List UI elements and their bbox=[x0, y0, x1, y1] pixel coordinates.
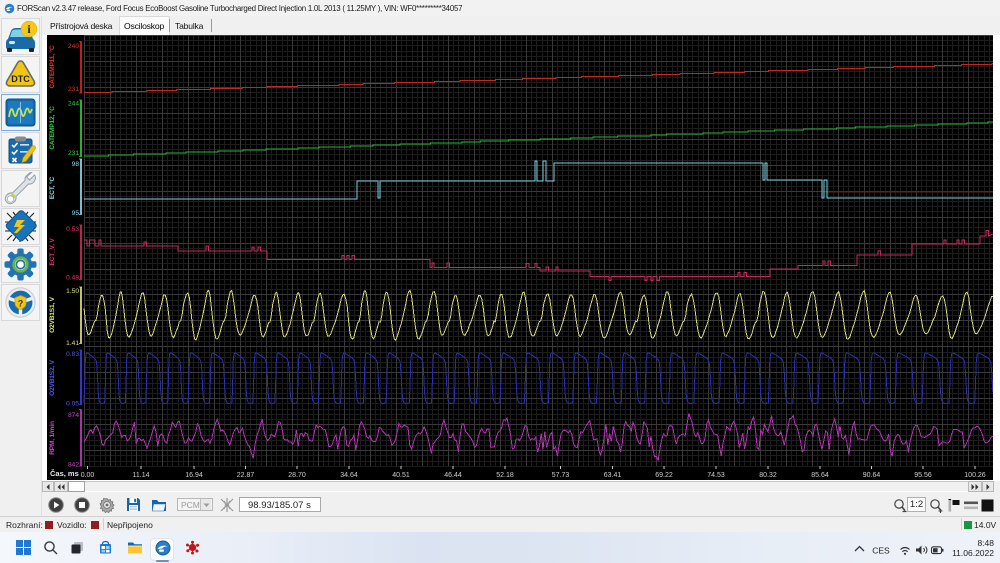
svg-text:0.53: 0.53 bbox=[66, 226, 79, 233]
svg-text:CES: CES bbox=[872, 546, 890, 556]
svg-text:80.32: 80.32 bbox=[759, 472, 777, 479]
svg-text:100.26: 100.26 bbox=[964, 472, 986, 479]
svg-text:231: 231 bbox=[68, 86, 79, 93]
svg-text:231: 231 bbox=[68, 150, 79, 157]
svg-text:244: 244 bbox=[68, 101, 79, 108]
svg-text:0.83: 0.83 bbox=[66, 351, 79, 358]
svg-text:16.94: 16.94 bbox=[185, 472, 203, 479]
svg-text:34.64: 34.64 bbox=[340, 472, 358, 479]
svg-text:22.87: 22.87 bbox=[237, 472, 255, 479]
svg-text:52.18: 52.18 bbox=[496, 472, 514, 479]
svg-text:74.53: 74.53 bbox=[707, 472, 725, 479]
svg-text:40.51: 40.51 bbox=[392, 472, 410, 479]
svg-text:?: ? bbox=[18, 299, 24, 309]
svg-text:11.14: 11.14 bbox=[133, 472, 150, 479]
svg-text:0.48: 0.48 bbox=[66, 275, 79, 282]
svg-text:O2VB1S1, V: O2VB1S1, V bbox=[49, 296, 56, 333]
svg-text:95.56: 95.56 bbox=[914, 472, 932, 479]
svg-text:1.50: 1.50 bbox=[66, 288, 79, 295]
svg-text:63.41: 63.41 bbox=[604, 472, 622, 479]
svg-text:90.64: 90.64 bbox=[863, 472, 881, 479]
svg-text:ECT_V, V: ECT_V, V bbox=[49, 238, 56, 266]
svg-text:DTC: DTC bbox=[11, 74, 30, 84]
svg-text:CATEMP12, °C: CATEMP12, °C bbox=[48, 106, 56, 150]
svg-text:0.05: 0.05 bbox=[66, 401, 79, 408]
svg-text:98: 98 bbox=[72, 161, 80, 168]
svg-text:95: 95 bbox=[72, 210, 80, 217]
svg-text:842: 842 bbox=[68, 462, 79, 469]
svg-text:85.64: 85.64 bbox=[811, 472, 829, 479]
svg-text:46.44: 46.44 bbox=[444, 472, 462, 479]
svg-text:RPM, 1/min: RPM, 1/min bbox=[49, 421, 56, 455]
svg-text:69.22: 69.22 bbox=[655, 472, 673, 479]
svg-text:0.00: 0.00 bbox=[81, 472, 95, 479]
svg-text:57.73: 57.73 bbox=[552, 472, 570, 479]
svg-text:28.70: 28.70 bbox=[288, 472, 306, 479]
svg-text:1.41: 1.41 bbox=[66, 340, 79, 347]
svg-text:240: 240 bbox=[68, 43, 79, 50]
svg-text:Čas, ms: Čas, ms bbox=[50, 469, 79, 478]
svg-text:CATEMP11, °C: CATEMP11, °C bbox=[48, 45, 56, 88]
svg-text:O2VB1S2, V: O2VB1S2, V bbox=[49, 359, 56, 396]
svg-text:874: 874 bbox=[68, 412, 79, 419]
svg-text:ECT, °C: ECT, °C bbox=[48, 177, 56, 200]
